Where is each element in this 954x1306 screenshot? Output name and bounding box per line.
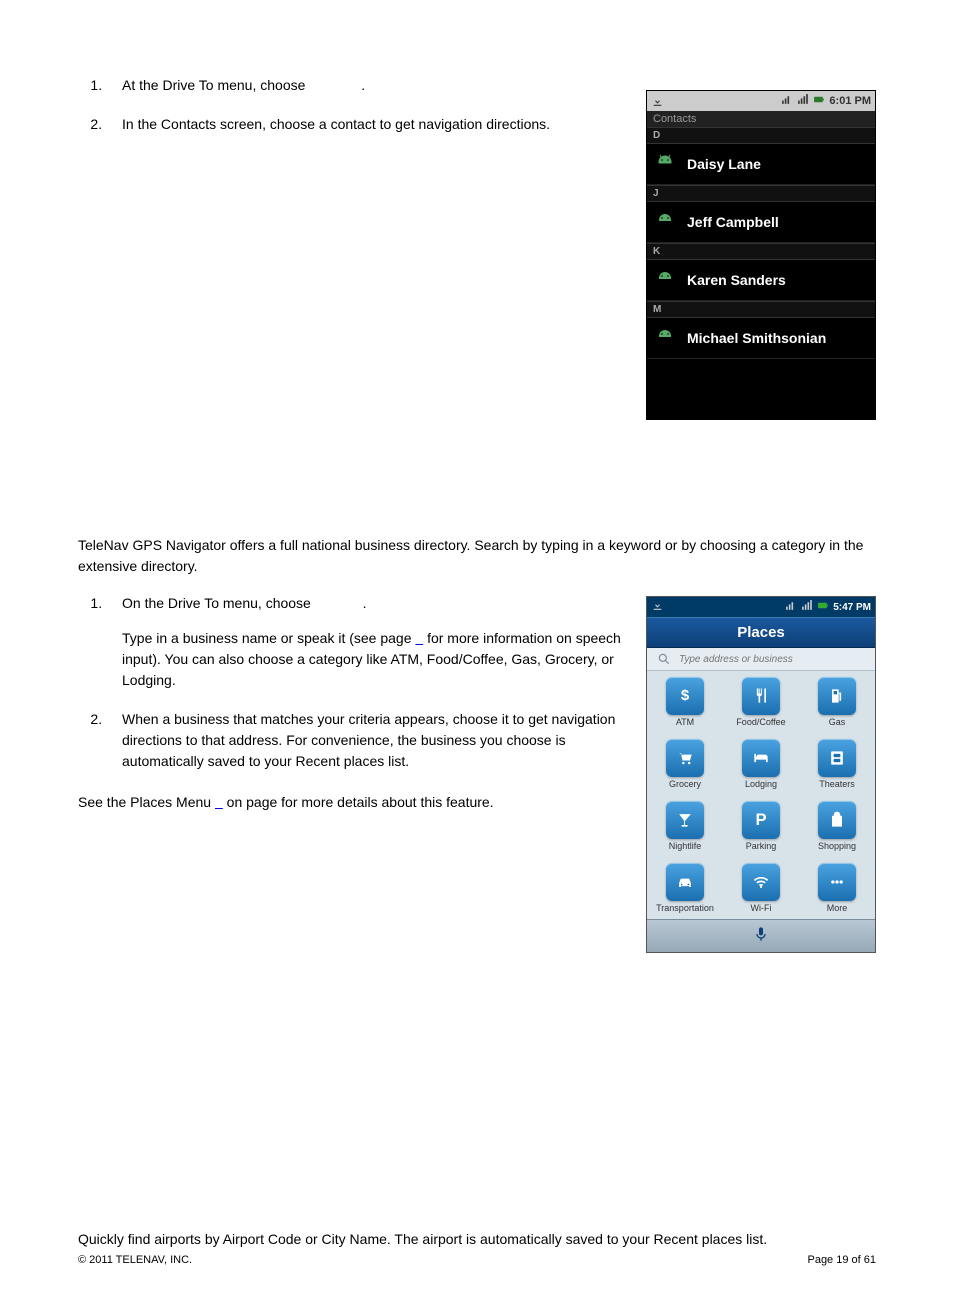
status-time: 6:01 PM xyxy=(829,95,871,107)
contact-row[interactable]: Michael Smithsonian xyxy=(647,318,875,359)
places-steps-list: On the Drive To menu, choose . Type in a… xyxy=(78,593,646,772)
document-page: At the Drive To menu, choose . In the Co… xyxy=(0,0,954,1306)
places-cell-label: Gas xyxy=(799,717,875,727)
contact-row[interactable]: Jeff Campbell xyxy=(647,202,875,243)
places-cell-label: Nightlife xyxy=(647,841,723,851)
step-sub-a: Type in a business name or speak it (see… xyxy=(122,630,415,646)
places-cell-theaters[interactable]: Theaters xyxy=(799,733,875,795)
contact-name: Karen Sanders xyxy=(687,272,786,288)
step-punct: . xyxy=(363,595,367,611)
places-cell-food-coffee[interactable]: Food/Coffee xyxy=(723,671,799,733)
food-icon xyxy=(742,677,780,715)
letter-divider: K xyxy=(647,243,875,260)
svg-text:$: $ xyxy=(681,687,690,704)
film-icon xyxy=(818,739,856,777)
signal-3g-icon xyxy=(781,93,794,109)
airports-text: Quickly find airports by Airport Code or… xyxy=(78,1229,876,1250)
page-footer: © 2011 TELENAV, INC. Page 19 of 61 xyxy=(78,1254,876,1266)
P-icon: P xyxy=(742,801,780,839)
contact-row[interactable]: Karen Sanders xyxy=(647,260,875,301)
martini-icon xyxy=(666,801,704,839)
page-number: Page 19 of 61 xyxy=(807,1254,876,1266)
search-input[interactable] xyxy=(677,653,871,666)
places-cell-wi-fi[interactable]: Wi-Fi xyxy=(723,857,799,919)
places-cell-label: ATM xyxy=(647,717,723,727)
status-bar: 6:01 PM xyxy=(647,91,875,111)
dots-icon xyxy=(818,863,856,901)
signal-bars-icon xyxy=(801,599,814,615)
places-cell-label: Parking xyxy=(723,841,799,851)
contact-name: Jeff Campbell xyxy=(687,214,779,230)
dollar-icon: $ xyxy=(666,677,704,715)
battery-icon xyxy=(817,599,830,615)
contact-avatar-icon xyxy=(653,152,677,176)
contacts-list: D Daisy Lane J Jeff Campbell K Karen San… xyxy=(647,127,875,419)
screen-title: Places xyxy=(647,617,875,648)
places-cell-label: Food/Coffee xyxy=(723,717,799,727)
places-cell-label: Shopping xyxy=(799,841,875,851)
signal-bars-icon xyxy=(797,93,810,109)
download-icon xyxy=(651,599,664,615)
places-intro: TeleNav GPS Navigator offers a full nati… xyxy=(78,535,876,577)
svg-text:P: P xyxy=(755,810,766,829)
places-cell-label: Grocery xyxy=(647,779,723,789)
signal-3g-icon xyxy=(785,599,798,615)
battery-icon xyxy=(813,93,826,109)
step-text: At the Drive To menu, choose xyxy=(122,77,305,93)
places-cell-lodging[interactable]: Lodging xyxy=(723,733,799,795)
step-text: In the Contacts screen, choose a contact… xyxy=(122,116,550,132)
step-text: On the Drive To menu, choose xyxy=(122,595,311,611)
contact-name: Daisy Lane xyxy=(687,156,761,172)
contact-row[interactable]: Daisy Lane xyxy=(647,144,875,185)
status-time: 5:47 PM xyxy=(833,602,871,613)
contact-avatar-icon xyxy=(653,268,677,292)
places-cell-parking[interactable]: P Parking xyxy=(723,795,799,857)
letter-divider: D xyxy=(647,127,875,144)
step-item: In the Contacts screen, choose a contact… xyxy=(106,114,626,135)
places-cell-label: Transportation xyxy=(647,903,723,913)
letter-divider: J xyxy=(647,185,875,202)
microphone-icon xyxy=(753,924,769,949)
places-cell-label: Theaters xyxy=(799,779,875,789)
places-cell-gas[interactable]: Gas xyxy=(799,671,875,733)
gas-icon xyxy=(818,677,856,715)
step-text: When a business that matches your criter… xyxy=(122,711,615,769)
places-cell-transportation[interactable]: Transportation xyxy=(647,857,723,919)
places-cell-more[interactable]: More xyxy=(799,857,875,919)
search-icon xyxy=(657,652,671,666)
download-icon xyxy=(651,95,664,108)
wifi-icon xyxy=(742,863,780,901)
places-cell-label: Lodging xyxy=(723,779,799,789)
places-cell-shopping[interactable]: Shopping xyxy=(799,795,875,857)
step-item: On the Drive To menu, choose . Type in a… xyxy=(106,593,646,691)
contacts-screenshot: 6:01 PM Contacts D Daisy Lane J Jeff Cam… xyxy=(646,90,876,420)
contact-name: Michael Smithsonian xyxy=(687,330,826,346)
places-grid: $ ATMFood/CoffeeGas GroceryLodgingTheaters… xyxy=(647,671,875,919)
contacts-steps-list: At the Drive To menu, choose . In the Co… xyxy=(78,75,626,135)
voice-footer[interactable] xyxy=(647,919,875,952)
page-link[interactable] xyxy=(215,794,223,810)
letter-divider: M xyxy=(647,301,875,318)
places-cell-label: Wi-Fi xyxy=(723,903,799,913)
see-places-note: See the Places Menu on page for more det… xyxy=(78,792,618,813)
search-bar[interactable] xyxy=(647,648,875,671)
cart-icon xyxy=(666,739,704,777)
places-cell-label: More xyxy=(799,903,875,913)
step-item: At the Drive To menu, choose . xyxy=(106,75,626,96)
screen-title: Contacts xyxy=(647,111,875,127)
places-screenshot: 5:47 PM Places $ ATMFood/CoffeeGas Grocery… xyxy=(646,596,876,953)
places-cell-atm[interactable]: $ ATM xyxy=(647,671,723,733)
contact-avatar-icon xyxy=(653,326,677,350)
places-cell-grocery[interactable]: Grocery xyxy=(647,733,723,795)
step-item: When a business that matches your criter… xyxy=(106,709,646,772)
copyright: © 2011 TELENAV, INC. xyxy=(78,1254,192,1266)
car-icon xyxy=(666,863,704,901)
status-bar: 5:47 PM xyxy=(647,597,875,617)
bed-icon xyxy=(742,739,780,777)
step-punct: . xyxy=(361,77,365,93)
contact-avatar-icon xyxy=(653,210,677,234)
places-cell-nightlife[interactable]: Nightlife xyxy=(647,795,723,857)
bag-icon xyxy=(818,801,856,839)
